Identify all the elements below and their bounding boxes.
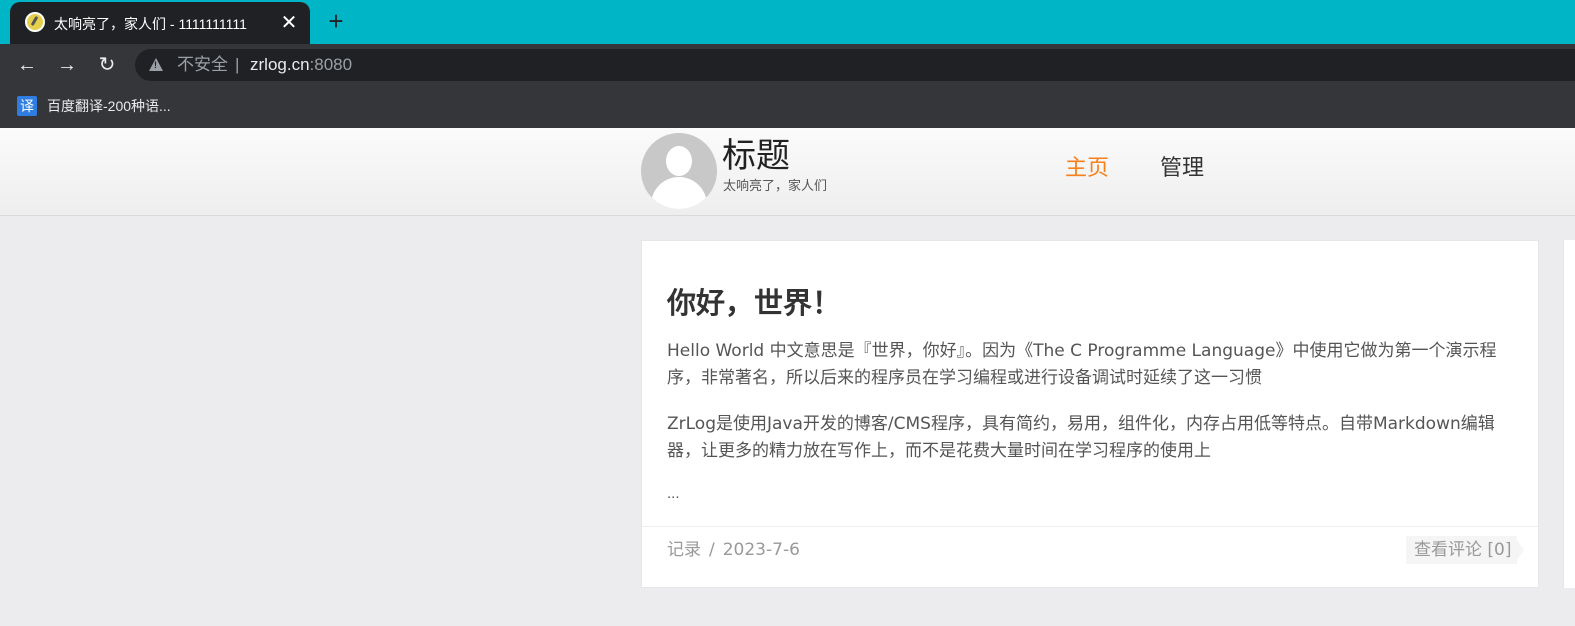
avatar-head bbox=[666, 146, 692, 176]
close-tab-icon[interactable]: ✕ bbox=[276, 10, 302, 36]
url-port: :8080 bbox=[309, 55, 353, 74]
sidebar-card-edge bbox=[1563, 240, 1575, 588]
comments-arrow-icon bbox=[1514, 536, 1524, 564]
bookmark-baidu-translate[interactable]: 百度翻译-200种语... bbox=[47, 97, 171, 115]
tab-strip: 太响亮了，家人们 - 1111111111 ✕ + bbox=[0, 0, 1575, 44]
warning-icon[interactable] bbox=[149, 58, 163, 71]
avatar-body bbox=[651, 177, 707, 209]
nav-home-link[interactable]: 主页 bbox=[1065, 155, 1109, 183]
site-header: 标题 太响亮了，家人们 主页 管理 bbox=[0, 128, 1575, 216]
tab-title-fade bbox=[246, 12, 278, 36]
post-category-link[interactable]: 记录 bbox=[667, 540, 701, 560]
post-title[interactable]: 你好，世界！ bbox=[667, 283, 841, 323]
site-title[interactable]: 标题 bbox=[722, 136, 790, 176]
post-date: 2023-7-6 bbox=[722, 540, 800, 560]
post-paragraph: Hello World 中文意思是『世界，你好』。因为《The C Progra… bbox=[667, 341, 1497, 388]
post-meta: 记录 / 2023-7-6 bbox=[667, 539, 800, 561]
post-divider bbox=[642, 526, 1538, 527]
new-tab-button[interactable]: + bbox=[322, 7, 350, 35]
view-comments-button[interactable]: 查看评论 [0] bbox=[1406, 536, 1518, 564]
url-text[interactable]: zrlog.cn:8080 bbox=[250, 55, 352, 75]
address-bar[interactable]: 不安全 | zrlog.cn:8080 bbox=[135, 49, 1575, 81]
url-host: zrlog.cn bbox=[250, 55, 310, 74]
post-card: 你好，世界！ Hello World 中文意思是『世界，你好』。因为《The C… bbox=[641, 240, 1539, 588]
browser-toolbar: ← → ↻ 不安全 | zrlog.cn:8080 bbox=[0, 44, 1575, 86]
post-ellipsis: ... bbox=[667, 485, 680, 502]
back-button[interactable]: ← bbox=[13, 51, 41, 79]
bookmarks-bar: 译 百度翻译-200种语... bbox=[0, 86, 1575, 128]
meta-separator: / bbox=[709, 540, 715, 560]
active-tab[interactable]: 太响亮了，家人们 - 1111111111 ✕ bbox=[10, 2, 310, 44]
address-separator: | bbox=[235, 55, 240, 74]
site-subtitle: 太响亮了，家人们 bbox=[723, 179, 828, 194]
post-paragraph: ZrLog是使用Java开发的博客/CMS程序，具有简约，易用，组件化，内存占用… bbox=[667, 414, 1495, 461]
tab-title: 太响亮了，家人们 - 1111111111 bbox=[54, 16, 247, 32]
translate-icon: 译 bbox=[17, 96, 37, 116]
forward-button[interactable]: → bbox=[53, 51, 81, 79]
avatar[interactable] bbox=[641, 133, 717, 209]
nav-admin-link[interactable]: 管理 bbox=[1160, 155, 1204, 183]
reload-button[interactable]: ↻ bbox=[93, 51, 121, 79]
site-favicon-icon bbox=[25, 12, 45, 32]
security-label[interactable]: 不安全 bbox=[177, 55, 228, 75]
